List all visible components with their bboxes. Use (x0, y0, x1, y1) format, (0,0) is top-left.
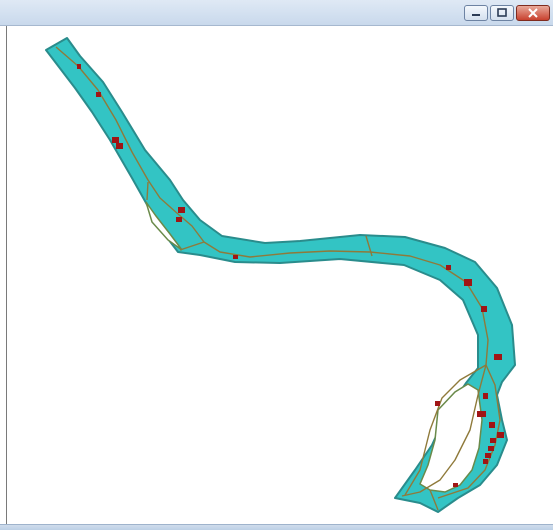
feature-marker (116, 143, 123, 149)
restore-button[interactable] (490, 5, 514, 21)
map-view[interactable] (7, 26, 553, 524)
feature-marker (77, 64, 81, 69)
feature-marker (494, 354, 502, 360)
window-bottom-border (0, 524, 553, 530)
feature-marker (483, 459, 488, 464)
feature-marker (485, 453, 491, 458)
close-icon (528, 8, 538, 18)
feature-marker (96, 92, 101, 97)
feature-marker (464, 279, 472, 286)
window-left-border (0, 26, 7, 524)
close-button[interactable] (516, 5, 550, 21)
feature-marker (435, 401, 440, 406)
minimize-icon (472, 14, 480, 16)
feature-marker (490, 438, 496, 443)
feature-marker (176, 217, 182, 222)
feature-marker (483, 393, 488, 399)
minimize-button[interactable] (464, 5, 488, 21)
feature-marker (233, 255, 238, 259)
feature-marker (178, 207, 185, 213)
feature-marker (453, 483, 458, 487)
feature-marker (489, 422, 495, 428)
window-controls (464, 5, 550, 21)
feature-marker (446, 265, 451, 270)
window-title-bar (0, 0, 553, 26)
map-canvas[interactable] (7, 26, 553, 524)
feature-marker (112, 137, 119, 143)
feature-marker (481, 306, 487, 312)
feature-marker (477, 411, 486, 417)
feature-marker (497, 432, 504, 438)
feature-marker (488, 446, 494, 451)
restore-icon (497, 8, 507, 17)
